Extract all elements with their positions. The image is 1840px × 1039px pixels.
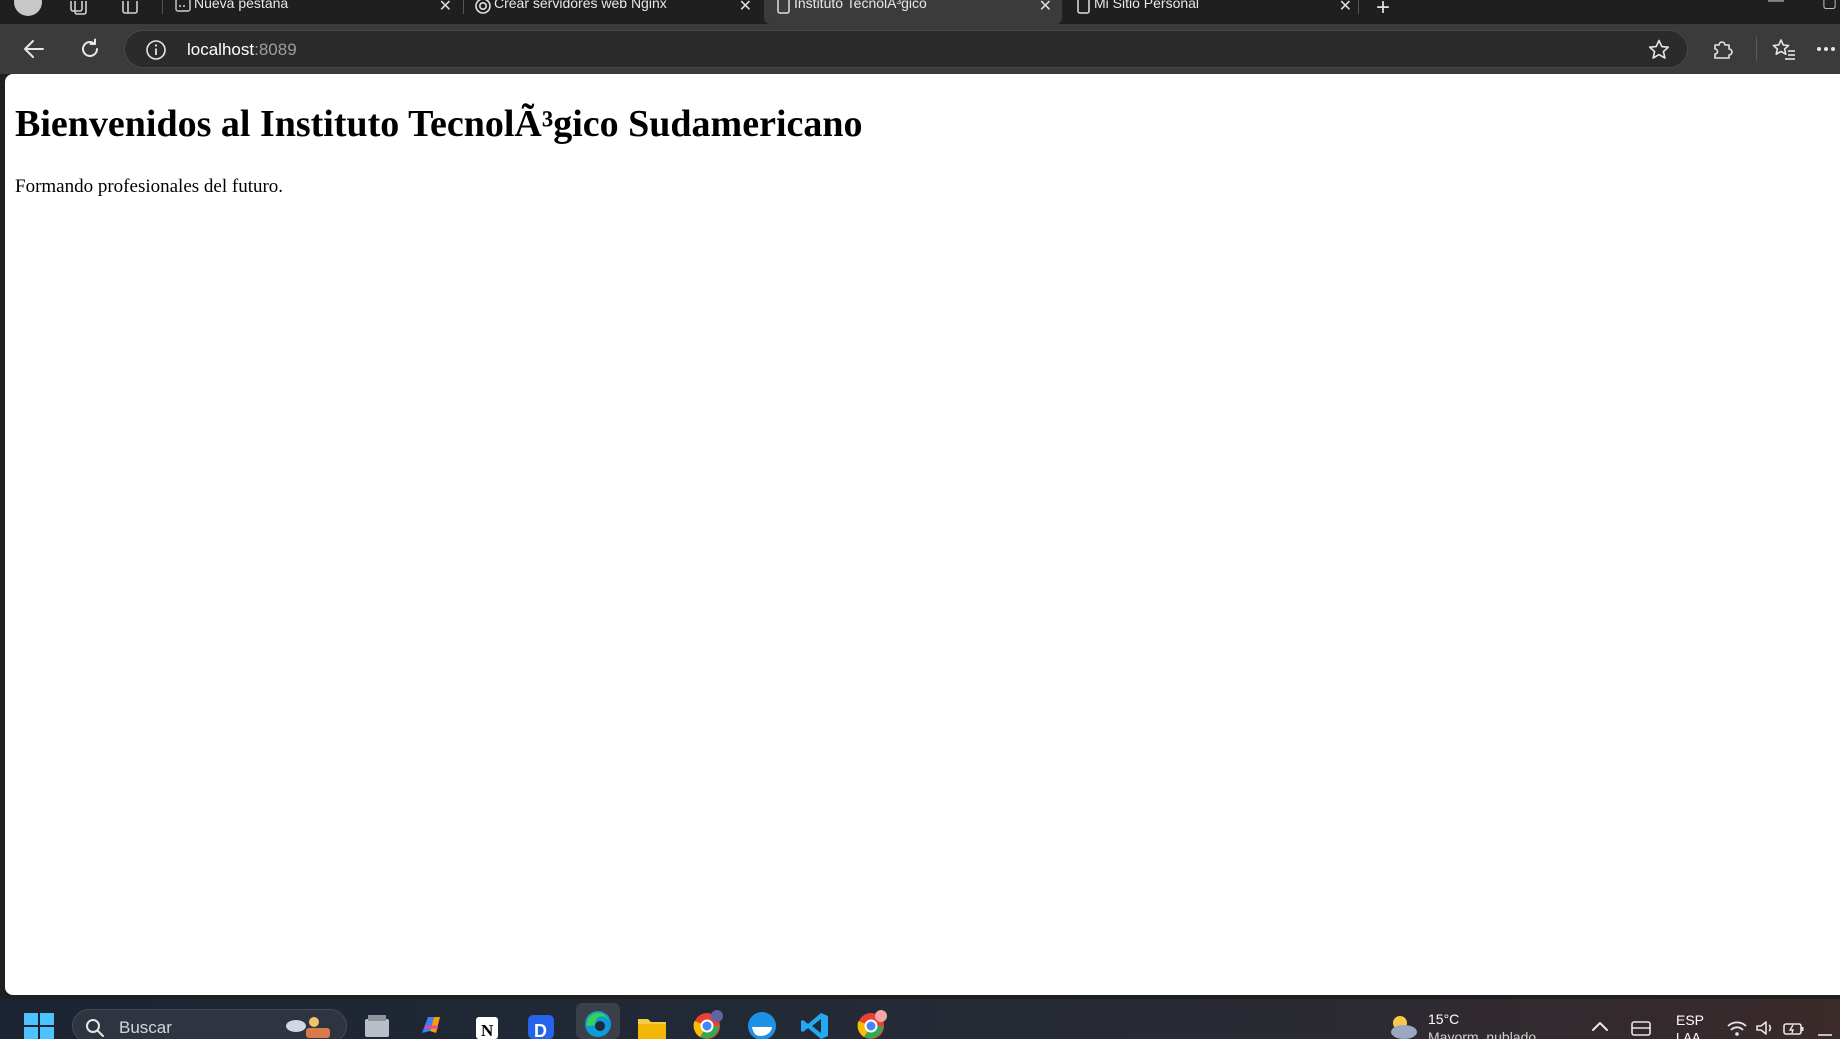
favorites-icon [1772, 39, 1795, 60]
more-menu-button[interactable] [1816, 32, 1840, 66]
vertical-tabs-icon[interactable] [118, 0, 142, 16]
reload-button[interactable] [72, 32, 108, 66]
copilot-icon[interactable] [416, 1009, 446, 1039]
new-tab-button[interactable]: + [1376, 0, 1390, 22]
volume-icon[interactable] [1754, 1019, 1776, 1037]
windows-start-icon[interactable] [24, 1013, 54, 1039]
chevron-up-icon[interactable] [1590, 1019, 1612, 1037]
page-viewport: Bienvenidos al Instituto TecnolÃ³gico Su… [5, 74, 1840, 995]
chrome-icon[interactable] [692, 1009, 723, 1039]
more-icon [1817, 47, 1835, 51]
notion-icon[interactable]: N [472, 1009, 502, 1039]
tab-nueva-pestana[interactable]: Nueva pestaña ✕ [164, 0, 462, 24]
back-arrow-icon [24, 40, 44, 58]
taskbar: Buscar N D 15°C Mayorm. nublado ESP LAA [0, 999, 1840, 1039]
weather-temperature[interactable]: 15°C [1428, 1011, 1459, 1027]
tab-title: Instituto TecnolÃ³gico [794, 0, 927, 11]
url-port: :8089 [254, 40, 297, 59]
tab-mi-sitio-personal[interactable]: Mi Sitio Personal ✕ [1064, 0, 1362, 24]
notification-icon[interactable] [1814, 1019, 1836, 1037]
search-icon [85, 1018, 105, 1038]
taskbar-search[interactable]: Buscar [72, 1009, 347, 1039]
toolbar-divider [1756, 37, 1757, 61]
edge-icon [585, 1011, 611, 1037]
favorites-button[interactable] [1766, 32, 1802, 66]
folder-icon[interactable] [636, 1009, 666, 1039]
minimize-icon[interactable]: — [1768, 0, 1784, 10]
tab-separator [1358, 0, 1359, 14]
page-icon [774, 0, 792, 15]
close-icon[interactable]: ✕ [739, 0, 752, 16]
chrome-profile-icon[interactable] [856, 1009, 887, 1039]
display-icon[interactable] [1630, 1019, 1652, 1037]
tab-separator [162, 0, 163, 14]
search-highlight-icon [284, 1014, 336, 1039]
maximize-icon[interactable]: ▢ [1822, 0, 1837, 12]
screen: Nueva pestaña ✕ Crear servidores web Ngi… [0, 0, 1840, 1039]
extensions-button[interactable] [1704, 32, 1740, 66]
browser-toolbar: localhost:8089 [0, 24, 1840, 74]
url-host: localhost [187, 40, 255, 59]
page-heading: Bienvenidos al Instituto TecnolÃ³gico Su… [15, 103, 863, 145]
file-explorer-icon[interactable] [362, 1009, 392, 1039]
svg-text:N: N [481, 1021, 494, 1039]
new-tab-icon [174, 0, 192, 15]
close-icon[interactable]: ✕ [1039, 0, 1052, 16]
tab-crear-servidores[interactable]: Crear servidores web Nginx ✕ [464, 0, 762, 24]
tab-strip: Nueva pestaña ✕ Crear servidores web Ngi… [0, 0, 1840, 24]
site-info-icon[interactable] [145, 39, 167, 61]
address-bar[interactable]: localhost:8089 [124, 30, 1688, 68]
page-paragraph: Formando profesionales del futuro. [15, 176, 284, 197]
close-icon[interactable]: ✕ [439, 0, 452, 16]
search-placeholder: Buscar [119, 1018, 172, 1037]
tab-title: Crear servidores web Nginx [494, 0, 667, 11]
tab-title: Mi Sitio Personal [1094, 0, 1200, 11]
docker-icon[interactable] [746, 1009, 776, 1039]
profile-avatar[interactable] [14, 0, 42, 16]
language-indicator[interactable]: ESP [1676, 1012, 1704, 1028]
refresh-icon [82, 38, 98, 57]
back-button[interactable] [16, 32, 52, 66]
close-icon[interactable]: ✕ [1339, 0, 1352, 16]
weather-icon[interactable] [1386, 1011, 1420, 1039]
workspaces-icon[interactable] [64, 0, 92, 16]
url-text[interactable]: localhost:8089 [187, 40, 297, 60]
tab-title: Nueva pestaña [194, 0, 289, 11]
keyboard-layout[interactable]: LAA [1676, 1030, 1701, 1039]
page-icon [1074, 0, 1092, 15]
puzzle-icon [1714, 41, 1733, 59]
star-icon[interactable] [1647, 38, 1671, 62]
battery-icon[interactable] [1782, 1019, 1804, 1037]
svg-text:D: D [534, 1021, 547, 1039]
openai-icon [474, 0, 492, 15]
tab-instituto[interactable]: Instituto TecnolÃ³gico ✕ [764, 0, 1062, 24]
wifi-icon[interactable] [1726, 1019, 1748, 1037]
vscode-icon[interactable] [800, 1009, 830, 1039]
weather-description[interactable]: Mayorm. nublado [1428, 1029, 1536, 1039]
d-app-icon[interactable]: D [526, 1009, 556, 1039]
edge-taskbar-button[interactable] [576, 1003, 620, 1039]
